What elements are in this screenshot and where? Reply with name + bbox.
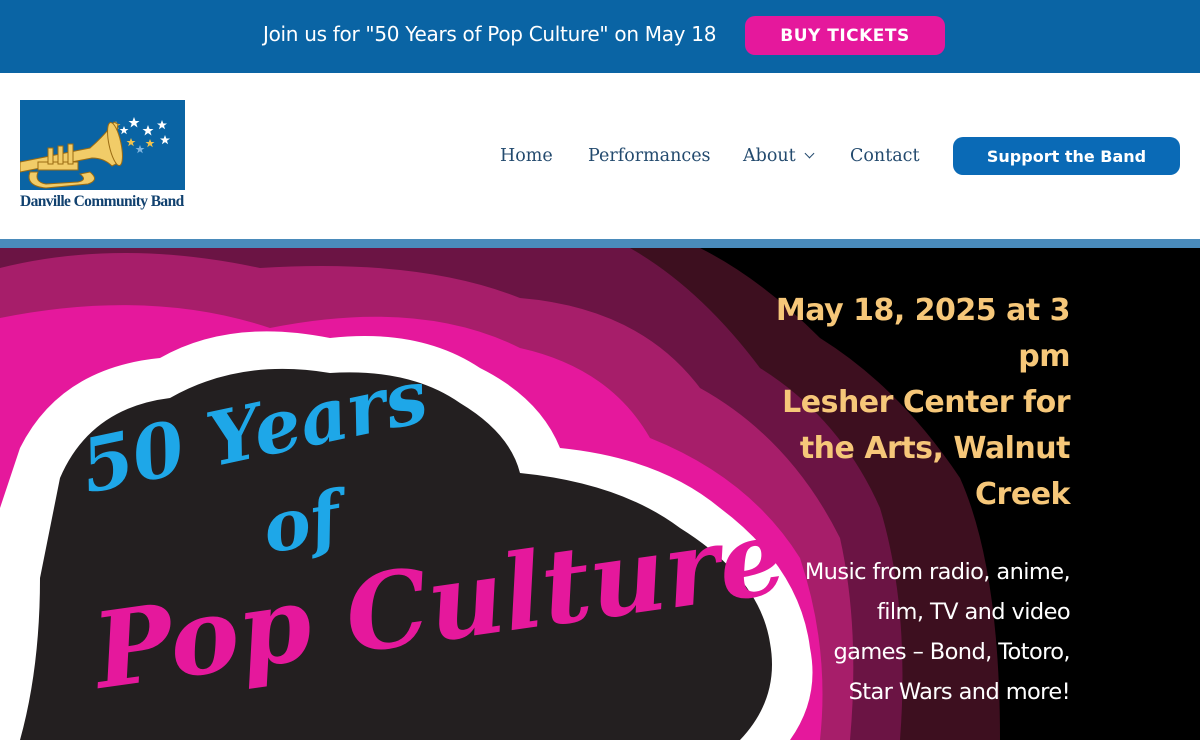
star-icon bbox=[119, 117, 170, 145]
event-desc-line4: Star Wars and more! bbox=[848, 679, 1071, 705]
buy-tickets-button[interactable]: BUY TICKETS bbox=[745, 16, 945, 55]
logo-graphic bbox=[20, 100, 185, 190]
event-desc-line3: games – Bond, Totoro, bbox=[833, 639, 1070, 665]
event-description: Music from radio, anime, film, TV and vi… bbox=[770, 552, 1071, 712]
event-venue-line2: the Arts, Walnut bbox=[799, 431, 1071, 466]
chevron-down-icon bbox=[804, 148, 815, 159]
nav-about[interactable]: About bbox=[743, 146, 815, 166]
hero-banner: 50 Years of Pop Culture May 18, 2025 at … bbox=[0, 248, 1200, 740]
event-date-venue: May 18, 2025 at 3 pm Lesher Center for t… bbox=[740, 288, 1071, 518]
nav-performances[interactable]: Performances bbox=[588, 146, 711, 166]
trumpet-icon bbox=[20, 117, 170, 189]
event-desc-line2: film, TV and video bbox=[876, 599, 1071, 625]
nav-home[interactable]: Home bbox=[500, 146, 553, 166]
event-date-line2: pm bbox=[1018, 339, 1070, 374]
site-header: Danville Community Band Home Performance… bbox=[0, 73, 1200, 239]
site-logo[interactable]: Danville Community Band bbox=[20, 100, 188, 214]
header-divider bbox=[0, 239, 1200, 248]
logo-wordmark: Danville Community Band bbox=[20, 193, 184, 210]
event-desc-line1: Music from radio, anime, bbox=[804, 559, 1071, 585]
event-venue-line3: Creek bbox=[975, 477, 1070, 512]
nav-about-label: About bbox=[743, 146, 796, 166]
announcement-text: Join us for "50 Years of Pop Culture" on… bbox=[263, 22, 717, 46]
announcement-bar: Join us for "50 Years of Pop Culture" on… bbox=[0, 0, 1200, 73]
nav-contact[interactable]: Contact bbox=[850, 146, 920, 166]
event-date-line1: May 18, 2025 at 3 bbox=[775, 293, 1071, 328]
support-the-band-button[interactable]: Support the Band bbox=[953, 137, 1180, 175]
event-venue-line1: Lesher Center for bbox=[782, 385, 1070, 420]
